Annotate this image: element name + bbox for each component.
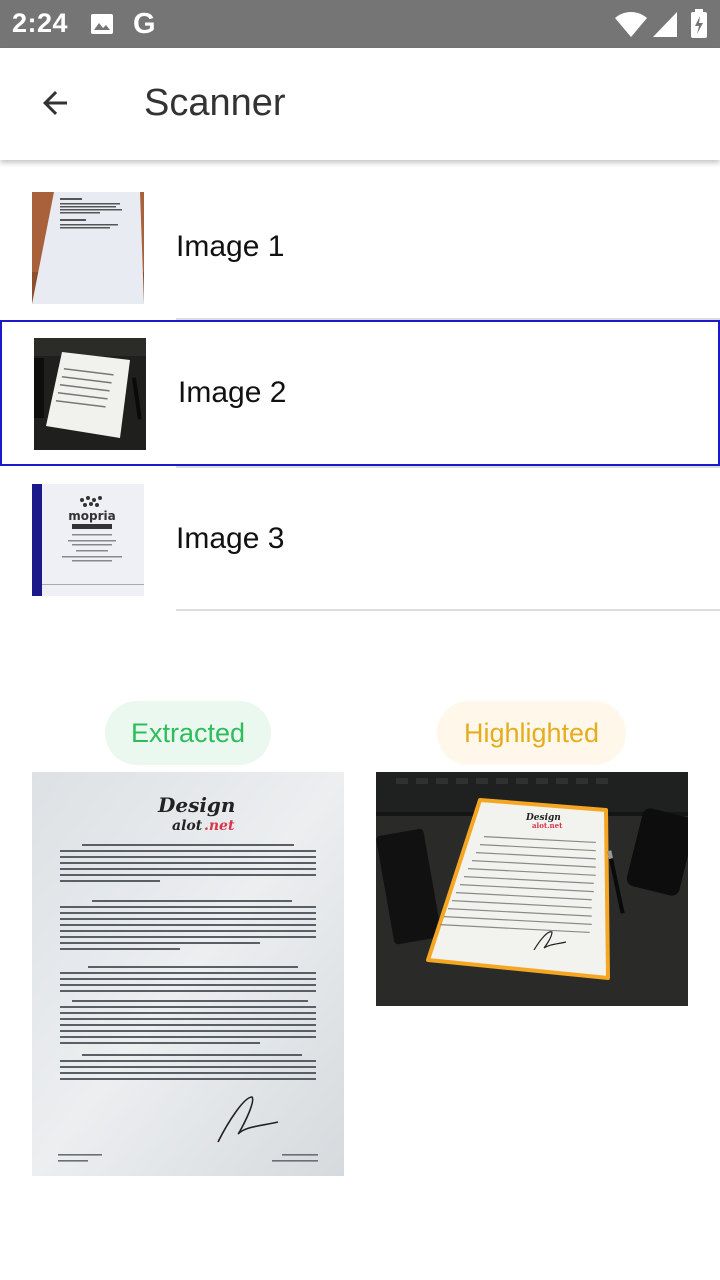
google-g-icon: G	[133, 8, 156, 40]
highlighted-document-image: Design alot.net	[376, 772, 688, 1006]
svg-text:mopria: mopria	[68, 509, 115, 523]
svg-text:alot: alot	[172, 818, 203, 834]
back-button[interactable]	[26, 76, 84, 134]
status-time: 2:24	[12, 8, 69, 38]
thumbnail-image-3: mopria	[32, 484, 144, 596]
svg-text:Design: Design	[157, 793, 235, 817]
list-item-image-3[interactable]: mopria Image 3	[0, 452, 720, 598]
thumbnail-image-2	[34, 338, 146, 450]
image-icon	[90, 12, 114, 41]
page-title: Scanner	[144, 82, 286, 124]
list-item-label: Image 2	[178, 376, 287, 409]
divider	[176, 609, 720, 611]
list-item-image-2[interactable]: Image 2	[0, 320, 720, 466]
svg-text:.net: .net	[204, 818, 235, 834]
svg-text:alot.net: alot.net	[532, 821, 563, 830]
status-bar: 2:24 G	[0, 0, 720, 48]
signal-icon	[652, 10, 678, 43]
wifi-icon	[614, 10, 648, 43]
extracted-chip: Extracted	[105, 701, 271, 765]
extracted-document-image: Design alot .net	[32, 772, 344, 1176]
battery-charging-icon	[690, 9, 708, 44]
arrow-back-icon	[37, 85, 73, 126]
list-item-image-1[interactable]: Image 1	[0, 160, 720, 306]
thumbnail-image-1	[32, 192, 144, 304]
list-item-label: Image 3	[176, 522, 285, 555]
highlighted-chip: Highlighted	[437, 701, 626, 765]
app-bar: Scanner	[0, 48, 720, 160]
list-item-label: Image 1	[176, 230, 285, 263]
